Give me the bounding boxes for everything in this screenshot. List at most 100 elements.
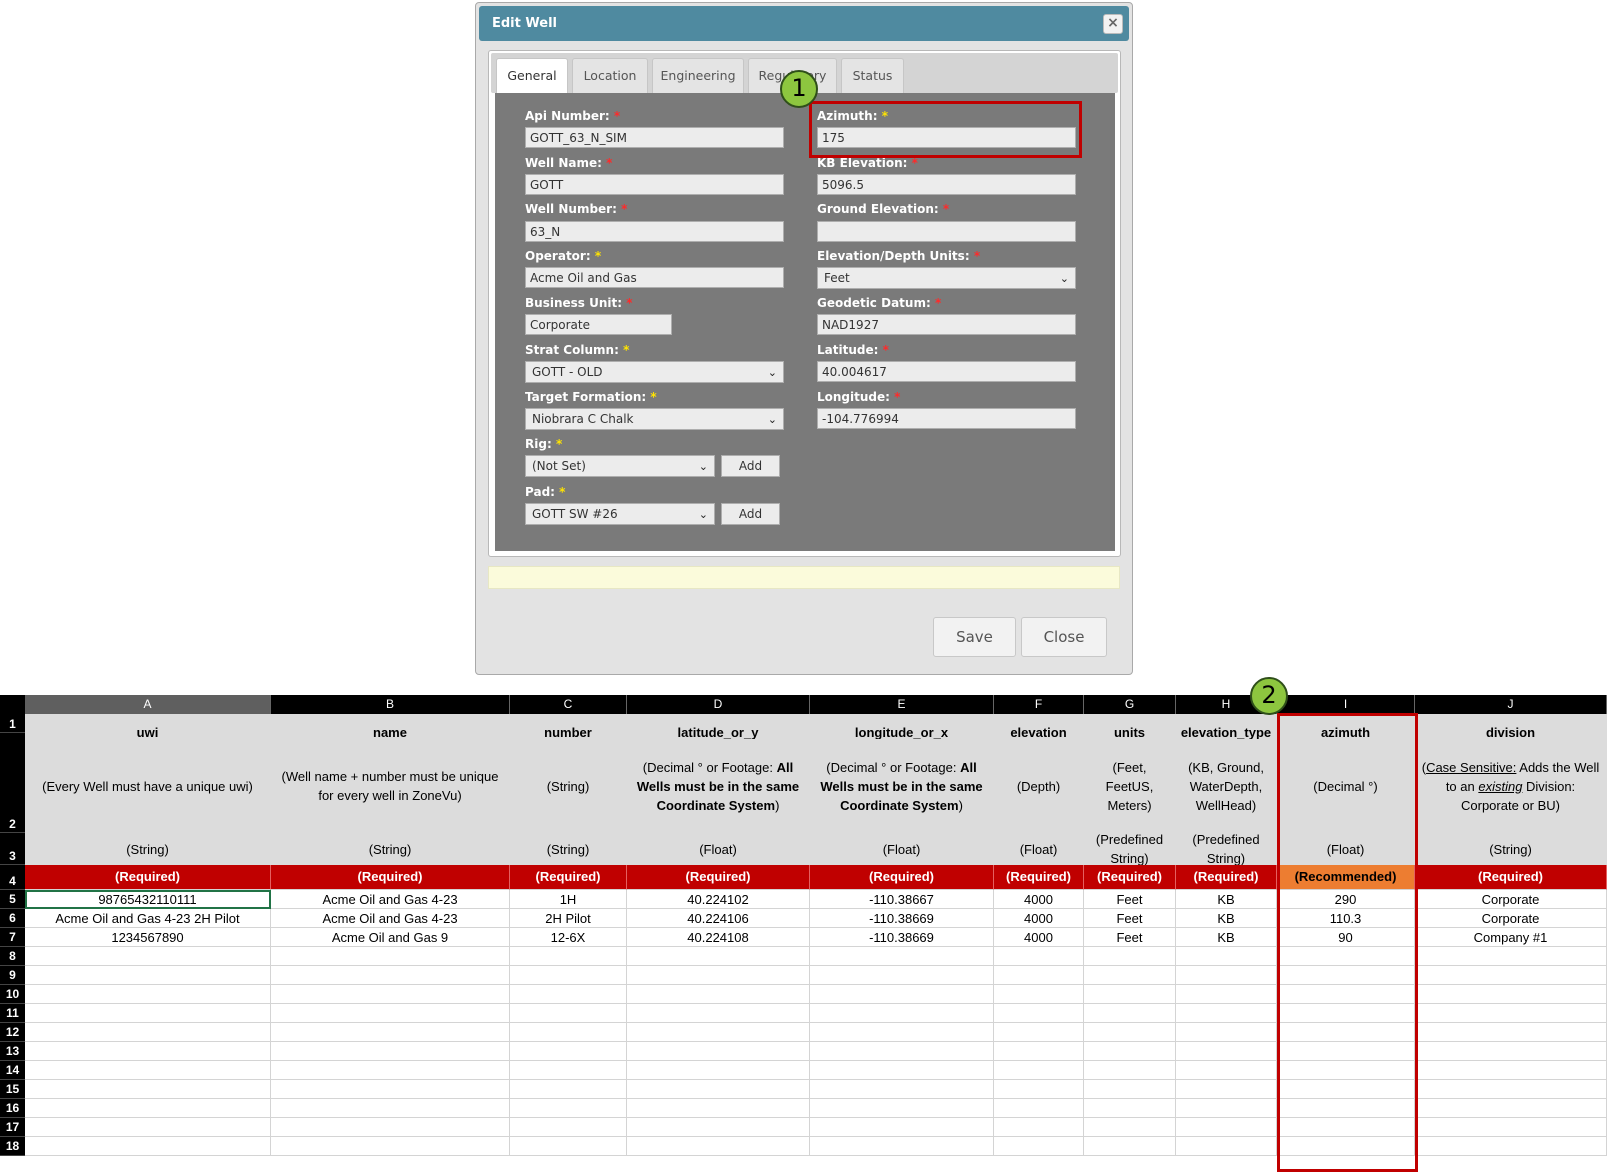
- empty-cell[interactable]: [810, 1099, 994, 1118]
- empty-cell[interactable]: [1415, 1042, 1607, 1061]
- data-cell[interactable]: Feet: [1084, 890, 1176, 909]
- close-button[interactable]: Close: [1021, 617, 1107, 657]
- empty-cell[interactable]: [810, 1023, 994, 1042]
- field-name-latitude-or-y[interactable]: latitude_or_y: [627, 714, 810, 739]
- column-header-a[interactable]: A: [25, 695, 271, 714]
- data-cell[interactable]: -110.38669: [810, 928, 994, 947]
- data-cell[interactable]: Feet: [1084, 928, 1176, 947]
- requirement-cell[interactable]: (Required): [1415, 865, 1607, 890]
- empty-cell[interactable]: [271, 1004, 510, 1023]
- close-icon[interactable]: ×: [1103, 14, 1123, 34]
- data-cell[interactable]: 1H: [510, 890, 627, 909]
- empty-cell[interactable]: [271, 947, 510, 966]
- data-cell[interactable]: KB: [1176, 928, 1277, 947]
- empty-cell[interactable]: [25, 1118, 271, 1137]
- data-cell[interactable]: Acme Oil and Gas 4-23: [271, 890, 510, 909]
- tab-status[interactable]: Status: [841, 58, 904, 93]
- empty-cell[interactable]: [1415, 1023, 1607, 1042]
- empty-cell[interactable]: [994, 1023, 1084, 1042]
- empty-cell[interactable]: [271, 1099, 510, 1118]
- empty-cell[interactable]: [25, 1023, 271, 1042]
- empty-cell[interactable]: [1415, 1137, 1607, 1156]
- empty-cell[interactable]: [510, 1118, 627, 1137]
- business-unit-input[interactable]: Corporate: [525, 314, 672, 335]
- empty-cell[interactable]: [627, 985, 810, 1004]
- add-rig-button[interactable]: Add: [721, 455, 780, 477]
- field-description[interactable]: (String): [510, 739, 627, 833]
- empty-cell[interactable]: [510, 1004, 627, 1023]
- row-header-15[interactable]: 15: [0, 1080, 25, 1099]
- data-cell[interactable]: 40.224108: [627, 928, 810, 947]
- empty-cell[interactable]: [25, 1004, 271, 1023]
- field-type[interactable]: (String): [510, 833, 627, 865]
- field-description[interactable]: (Every Well must have a unique uwi): [25, 739, 271, 833]
- row-header-12[interactable]: 12: [0, 1023, 25, 1042]
- empty-cell[interactable]: [25, 966, 271, 985]
- data-cell[interactable]: 12-6X: [510, 928, 627, 947]
- field-type[interactable]: (Predefined String): [1176, 833, 1277, 865]
- column-header-b[interactable]: B: [271, 695, 510, 714]
- empty-cell[interactable]: [627, 1118, 810, 1137]
- ground-elevation-input[interactable]: [817, 221, 1076, 242]
- empty-cell[interactable]: [1176, 947, 1277, 966]
- column-header-c[interactable]: C: [510, 695, 627, 714]
- empty-cell[interactable]: [1084, 1118, 1176, 1137]
- empty-cell[interactable]: [810, 1118, 994, 1137]
- empty-cell[interactable]: [510, 1099, 627, 1118]
- data-cell[interactable]: Acme Oil and Gas 9: [271, 928, 510, 947]
- empty-cell[interactable]: [1415, 947, 1607, 966]
- geodetic-datum-input[interactable]: NAD1927: [817, 314, 1076, 335]
- empty-cell[interactable]: [1415, 1118, 1607, 1137]
- field-name-name[interactable]: name: [271, 714, 510, 739]
- empty-cell[interactable]: [510, 1042, 627, 1061]
- field-name-longitude-or-x[interactable]: longitude_or_x: [810, 714, 994, 739]
- kb-elevation-input[interactable]: 5096.5: [817, 174, 1076, 195]
- data-cell[interactable]: KB: [1176, 909, 1277, 928]
- empty-cell[interactable]: [1176, 1042, 1277, 1061]
- empty-cell[interactable]: [271, 966, 510, 985]
- field-description[interactable]: (Feet, FeetUS, Meters): [1084, 739, 1176, 833]
- row-header-10[interactable]: 10: [0, 985, 25, 1004]
- requirement-cell[interactable]: (Required): [627, 865, 810, 890]
- field-type[interactable]: (Float): [627, 833, 810, 865]
- data-cell[interactable]: 40.224106: [627, 909, 810, 928]
- empty-cell[interactable]: [1415, 1099, 1607, 1118]
- empty-cell[interactable]: [1176, 1080, 1277, 1099]
- empty-cell[interactable]: [25, 947, 271, 966]
- elevation-units-select[interactable]: Feet ⌄: [817, 267, 1076, 289]
- empty-cell[interactable]: [1176, 1004, 1277, 1023]
- empty-cell[interactable]: [810, 1004, 994, 1023]
- empty-cell[interactable]: [627, 1042, 810, 1061]
- data-cell[interactable]: Acme Oil and Gas 4-23: [271, 909, 510, 928]
- data-cell[interactable]: Corporate: [1415, 890, 1607, 909]
- row-header-2[interactable]: 2: [0, 733, 25, 833]
- empty-cell[interactable]: [1084, 1099, 1176, 1118]
- empty-cell[interactable]: [1084, 1137, 1176, 1156]
- data-cell[interactable]: KB: [1176, 890, 1277, 909]
- empty-cell[interactable]: [1084, 1042, 1176, 1061]
- row-header-8[interactable]: 8: [0, 947, 25, 966]
- row-header-5[interactable]: 5: [0, 890, 25, 909]
- row-header-13[interactable]: 13: [0, 1042, 25, 1061]
- empty-cell[interactable]: [810, 1042, 994, 1061]
- field-name-division[interactable]: division: [1415, 714, 1607, 739]
- empty-cell[interactable]: [1176, 1118, 1277, 1137]
- pad-select[interactable]: GOTT SW #26 ⌄: [525, 503, 715, 525]
- well-name-input[interactable]: GOTT: [525, 174, 784, 195]
- field-description[interactable]: (KB, Ground, WaterDepth, WellHead): [1176, 739, 1277, 833]
- add-pad-button[interactable]: Add: [721, 503, 780, 525]
- empty-cell[interactable]: [994, 1042, 1084, 1061]
- row-header-11[interactable]: 11: [0, 1004, 25, 1023]
- empty-cell[interactable]: [1415, 1080, 1607, 1099]
- empty-cell[interactable]: [271, 1023, 510, 1042]
- strat-column-select[interactable]: GOTT - OLD ⌄: [525, 361, 784, 383]
- field-type[interactable]: (String): [1415, 833, 1607, 865]
- data-cell[interactable]: 4000: [994, 909, 1084, 928]
- column-header-e[interactable]: E: [810, 695, 994, 714]
- empty-cell[interactable]: [25, 1137, 271, 1156]
- empty-cell[interactable]: [810, 1080, 994, 1099]
- empty-cell[interactable]: [1415, 1004, 1607, 1023]
- data-cell[interactable]: -110.38667: [810, 890, 994, 909]
- column-header-i[interactable]: I: [1277, 695, 1415, 714]
- dialog-titlebar[interactable]: Edit Well ×: [479, 6, 1129, 41]
